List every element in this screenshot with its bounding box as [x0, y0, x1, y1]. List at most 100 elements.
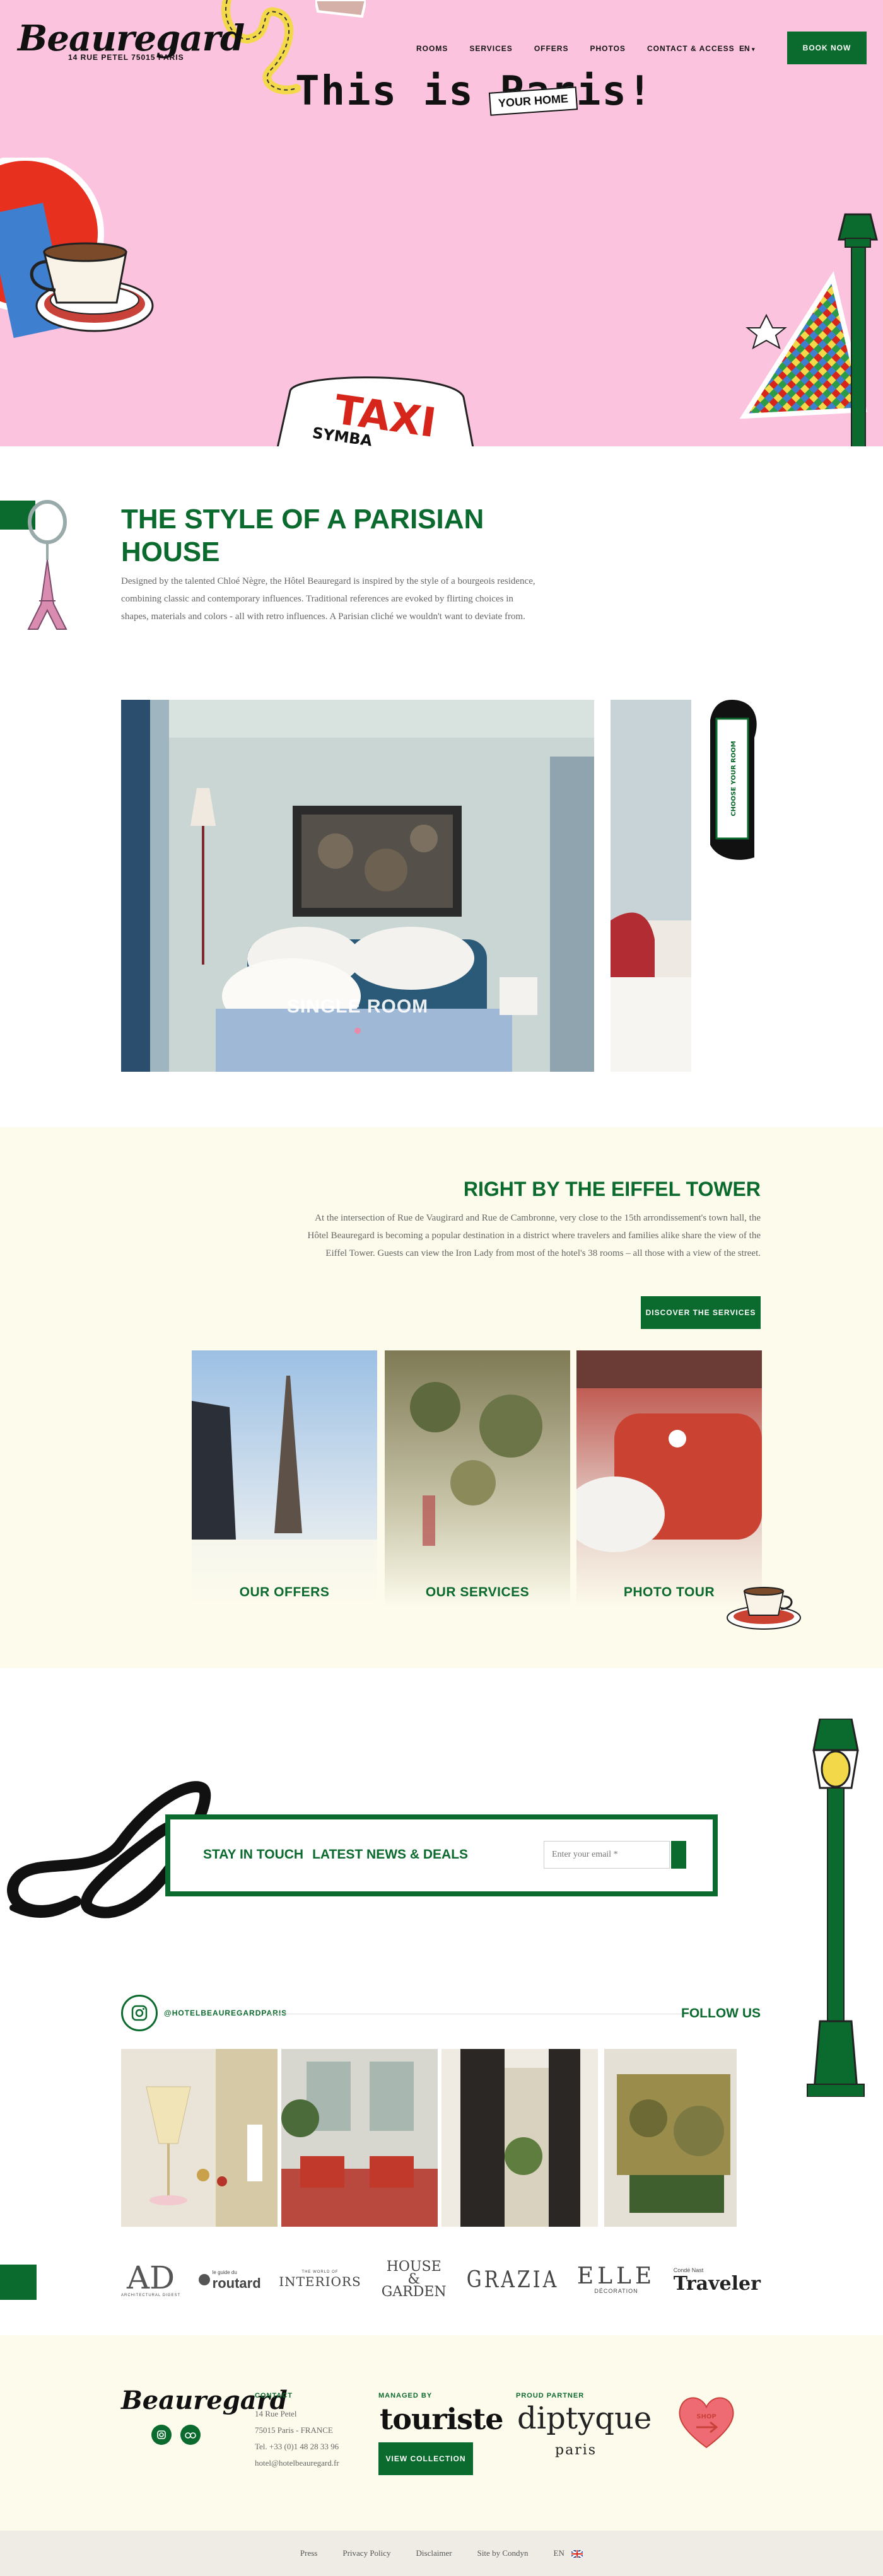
- instagram-button[interactable]: [151, 2425, 172, 2445]
- newsletter-submit-button[interactable]: [671, 1841, 686, 1869]
- doorway-photo: [441, 2049, 598, 2227]
- eiffel-description: At the intersection of Rue de Vaugirard …: [307, 1213, 761, 1258]
- book-now-button[interactable]: BOOK NOW: [787, 32, 867, 64]
- heart-icon: SHOP: [679, 2397, 734, 2449]
- instagram-follow-bar: @HOTELBEAUREGARDPARIS FOLLOW US: [121, 1995, 761, 2033]
- card-sticker-icon: [315, 0, 366, 18]
- managed-by-title: MANAGED BY: [378, 2392, 433, 2399]
- chevron-down-icon: ▾: [752, 46, 755, 52]
- press-logo-grazia: GRAZIA: [466, 2266, 559, 2293]
- card-services-label: OUR SERVICES: [425, 1585, 530, 1599]
- instagram-post[interactable]: [121, 2049, 278, 2227]
- press-logo-traveler: Condé Nast Traveler: [674, 2266, 761, 2294]
- language-selector[interactable]: EN ▾: [739, 44, 755, 53]
- instagram-post[interactable]: [441, 2049, 598, 2227]
- next-room-preview[interactable]: [611, 700, 691, 1072]
- card-photo-tour[interactable]: PHOTO TOUR: [576, 1350, 762, 1608]
- footer-language-selector[interactable]: EN: [553, 2548, 583, 2559]
- main-nav: ROOMS SERVICES OFFERS PHOTOS CONTACT & A…: [416, 44, 735, 53]
- press-logos: AD ARCHITECTURAL DIGEST le guide du rout…: [121, 2254, 761, 2305]
- shop-heart-button[interactable]: SHOP: [676, 2392, 737, 2452]
- press-logo-interiors-name: INTERIORS: [279, 2274, 361, 2289]
- street-lamp-sticker-icon: [807, 1719, 865, 2097]
- next-room-photo: [611, 700, 691, 1072]
- instagram-button[interactable]: [121, 1995, 158, 2031]
- hero-title: This is Paris!: [295, 68, 653, 115]
- newsletter-heading: STAY IN TOUCH LATEST NEWS & DEALS: [203, 1847, 468, 1862]
- email-input[interactable]: [544, 1841, 670, 1869]
- follow-us-label[interactable]: FOLLOW US: [681, 2006, 761, 2021]
- nav-contact[interactable]: CONTACT & ACCESS: [647, 44, 735, 53]
- eiffel-tower-photo: [192, 1350, 377, 1608]
- language-label: EN: [739, 44, 750, 53]
- footer: Beauregard CONTACT 14 Rue Petel 75015 Pa…: [0, 2335, 883, 2531]
- discover-services-button[interactable]: DISCOVER THE SERVICES: [641, 1296, 761, 1329]
- uk-flag-icon: [571, 2549, 583, 2559]
- style-section: THE STYLE OF A PARISIAN HOUSE Designed b…: [0, 446, 883, 1127]
- press-logo-house-garden: HOUSE & GARDEN: [381, 2259, 447, 2300]
- style-description: Designed by the talented Chloé Nègre, th…: [121, 576, 535, 622]
- room-label: SINGLE ROOM: [286, 996, 429, 1017]
- restaurant-photo: [281, 2049, 438, 2227]
- logo[interactable]: Beauregard 14 RUE PETEL 75015 PARIS: [18, 18, 245, 74]
- nav-services[interactable]: SERVICES: [469, 44, 512, 53]
- red-headboard-photo: [576, 1350, 762, 1608]
- hero-section: Beauregard 14 RUE PETEL 75015 PARIS ROOM…: [0, 0, 883, 446]
- contact-phone[interactable]: Tel. +33 (0)1 48 28 33 96: [255, 2439, 339, 2455]
- view-collection-button[interactable]: VIEW COLLECTION: [378, 2442, 473, 2475]
- footer-language-label: EN: [553, 2548, 564, 2558]
- eiffel-section: RIGHT BY THE EIFFEL TOWER At the interse…: [0, 1127, 883, 1668]
- press-logo-routard: le guide du routard: [198, 2269, 261, 2291]
- press-link[interactable]: Press: [300, 2548, 317, 2558]
- touriste-logo[interactable]: touriste: [380, 2402, 503, 2436]
- press-logo-ad: AD ARCHITECTURAL DIGEST: [121, 2262, 180, 2297]
- contact-info: 14 Rue Petel 75015 Paris - FRANCE Tel. +…: [255, 2406, 339, 2471]
- instagram-post[interactable]: [281, 2049, 438, 2227]
- coffee-cup-sticker-icon: [0, 158, 154, 339]
- card-offers[interactable]: OUR OFFERS: [192, 1350, 377, 1608]
- logo-address: 14 RUE PETEL 75015 PARIS: [68, 53, 184, 62]
- latest-news-label: LATEST NEWS & DEALS: [312, 1847, 469, 1862]
- tripadvisor-button[interactable]: [180, 2425, 201, 2445]
- instagram-post[interactable]: [604, 2049, 761, 2227]
- press-logo-traveler-name: Traveler: [673, 2273, 761, 2295]
- diptyque-logo[interactable]: diptyque: [517, 2401, 652, 2436]
- press-logo-ad-name: AD: [126, 2260, 175, 2296]
- luggage-tag-icon: CHOOSE YOUR ROOM: [710, 700, 757, 860]
- slider-dots: [121, 1028, 594, 1034]
- bottom-bar: Press Privacy Policy Disclaimer Site by …: [0, 2531, 883, 2576]
- harlequin-lamp-sticker-icon: [739, 213, 878, 446]
- style-title: THE STYLE OF A PARISIAN HOUSE: [121, 504, 484, 567]
- contact-city: 75015 Paris - FRANCE: [255, 2425, 333, 2435]
- press-logo-routard-name: routard: [212, 2275, 261, 2291]
- nav-offers[interactable]: OFFERS: [534, 44, 569, 53]
- newsletter-box: STAY IN TOUCH LATEST NEWS & DEALS: [165, 1814, 718, 1896]
- tapestry-photo: [604, 2049, 761, 2227]
- shop-label: SHOP: [696, 2413, 716, 2420]
- press-logo-ad-sub: ARCHITECTURAL DIGEST: [121, 2294, 181, 2297]
- left-green-tab: [0, 2265, 37, 2300]
- room-slide-image[interactable]: SINGLE ROOM: [121, 700, 594, 1072]
- instagram-icon: [131, 2005, 148, 2021]
- footer-social: [151, 2425, 201, 2445]
- eiffel-title: RIGHT BY THE EIFFEL TOWER: [463, 1178, 761, 1200]
- card-services[interactable]: OUR SERVICES: [385, 1350, 570, 1608]
- stay-in-touch-label: STAY IN TOUCH: [203, 1847, 304, 1862]
- tripadvisor-icon: [185, 2432, 196, 2439]
- choose-your-room-tag[interactable]: CHOOSE YOUR ROOM: [710, 700, 761, 860]
- instagram-handle[interactable]: @HOTELBEAUREGARDPARIS: [164, 2009, 287, 2017]
- nav-photos[interactable]: PHOTOS: [590, 44, 625, 53]
- site-by-link[interactable]: Site by Condyn: [477, 2548, 529, 2558]
- partner-title: PROUD PARTNER: [516, 2392, 585, 2399]
- diptyque-sublabel: paris: [555, 2442, 597, 2458]
- privacy-policy-link[interactable]: Privacy Policy: [342, 2548, 390, 2558]
- nav-rooms[interactable]: ROOMS: [416, 44, 448, 53]
- disclaimer-link[interactable]: Disclaimer: [416, 2548, 452, 2558]
- press-logo-interiors: THE WORLD OF INTERIORS: [279, 2270, 361, 2289]
- contact-title: CONTACT: [255, 2392, 293, 2399]
- taxi-sign-sticker-icon: TAXI SYMBA: [276, 376, 474, 446]
- newsletter-section: STAY IN TOUCH LATEST NEWS & DEALS @HOTELB…: [0, 1668, 883, 2335]
- slider-dot-active[interactable]: [354, 1028, 361, 1034]
- contact-email[interactable]: hotel@hotelbeauregard.fr: [255, 2455, 339, 2471]
- tapestry-lobby-photo: [385, 1350, 570, 1608]
